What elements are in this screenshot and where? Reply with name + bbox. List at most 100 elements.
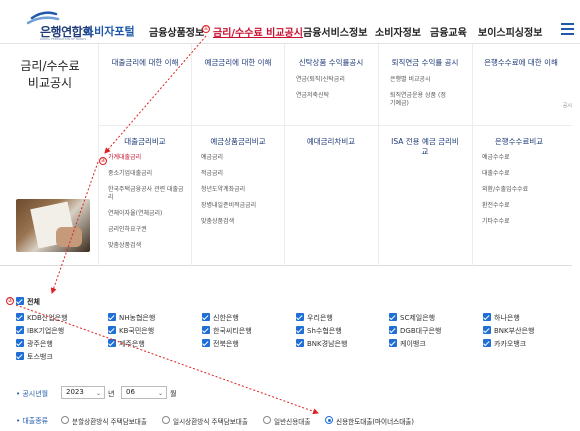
radio-loan-type-label: 신용한도대출(마이너스대출) [336, 418, 414, 426]
bank-checkbox[interactable] [389, 326, 397, 334]
checkbox-all[interactable] [16, 297, 24, 305]
checkbox-all-label: 전체 [27, 298, 40, 306]
bank-label: 우리은행 [307, 314, 333, 322]
bank-checkbox[interactable] [296, 313, 304, 321]
portal-name[interactable]: 소비자포털 [84, 23, 135, 39]
nav-item-services[interactable]: 금융서비스정보 [303, 24, 367, 39]
menu-heading-deposit-rate-guide[interactable]: 예금금리에 대한 이해 [193, 58, 283, 68]
bank-label: BNK부산은행 [494, 327, 535, 335]
bank-checkbox[interactable] [389, 339, 397, 347]
bank-checkbox[interactable] [296, 339, 304, 347]
nav-item-voice-phishing[interactable]: 보이스피싱정보 [478, 24, 542, 39]
menu-item[interactable]: 기타수수료 [482, 218, 568, 226]
menu-item[interactable]: 연금(퇴직)신탁금리 [296, 76, 382, 84]
period-label: • 공시년월 [16, 390, 49, 398]
bank-label: SC제일은행 [400, 314, 436, 322]
radio-loan-type[interactable] [61, 416, 69, 424]
menu-heading-spread-compare[interactable]: 예대금리차비교 [286, 137, 376, 147]
bank-checkbox[interactable] [296, 326, 304, 334]
menu-item[interactable]: 중소기업대출금리 [108, 170, 194, 178]
menu-item[interactable]: 맞춤상품검색 [201, 218, 287, 226]
menu-column: 대출금리에 대한 이해 [100, 58, 190, 68]
bank-checkbox[interactable] [108, 313, 116, 321]
menu-heading-isa-compare[interactable]: ISA 전용 예금 금리비교 [390, 137, 460, 157]
bank-label: 토스뱅크 [27, 353, 53, 361]
bank-checkbox[interactable] [16, 313, 24, 321]
bank-checkbox[interactable] [389, 313, 397, 321]
nav-item-consumer-info[interactable]: 소비자정보 [375, 24, 421, 39]
menu-item[interactable]: 적금금리 [201, 170, 287, 178]
nav-item-products[interactable]: 금융상품정보 [149, 24, 204, 39]
menu-item[interactable]: 대출수수료 [482, 170, 568, 178]
menu-list: 은행별 비교공시 퇴직연금운용 상품 (정기예금) [390, 76, 476, 116]
menu-column: 예금상품금리비교 [193, 137, 283, 147]
bank-checkbox[interactable] [483, 326, 491, 334]
bank-checkbox[interactable] [202, 313, 210, 321]
menu-item[interactable]: 예금수수료 [482, 154, 568, 162]
menu-hamburger-icon[interactable] [561, 23, 574, 35]
site-header: 은행연합회 KOREA FEDERATION OF BANKS 소비자포털 금융… [0, 0, 580, 44]
menu-heading-deposit-rate-compare[interactable]: 예금상품금리비교 [193, 137, 283, 147]
menu-heading-fee-compare[interactable]: 은행수수료비교 [474, 137, 564, 147]
menu-heading-fee-guide[interactable]: 은행수수료에 대한 이해 [476, 58, 566, 68]
bank-checkbox[interactable] [483, 313, 491, 321]
bank-label: 하나은행 [494, 314, 520, 322]
menu-list: 예금금리 적금금리 청년도약계좌금리 장병내일준비적금금리 맞춤상품검색 [201, 154, 287, 234]
menu-item[interactable]: 연체이자율(연체금리) [108, 210, 194, 218]
radio-loan-type-label: 일반신용대출 [274, 418, 311, 426]
annotation-step2-badge: ② [99, 157, 107, 165]
year-unit: 년 [108, 390, 115, 398]
radio-loan-type[interactable] [263, 416, 271, 424]
nav-item-rate-comparison[interactable]: 금리/수수료 비교공시 [213, 24, 303, 39]
year-select-value: 2023 [66, 388, 84, 396]
radio-loan-type-label: 일시상환방식 주택담보대출 [173, 418, 248, 426]
menu-heading-loan-rate-guide[interactable]: 대출금리에 대한 이해 [100, 58, 190, 68]
menu-item[interactable]: 청년도약계좌금리 [201, 186, 287, 194]
side-tab-label[interactable]: 공시 [563, 102, 572, 109]
bank-checkbox[interactable] [202, 339, 210, 347]
menu-column: ISA 전용 예금 금리비교 [380, 137, 470, 157]
bank-checkbox[interactable] [483, 339, 491, 347]
menu-list: 가계대출금리 중소기업대출금리 한국주택금융공사 관련 대출금리 연체이자율(연… [108, 154, 194, 258]
menu-item-household-loan[interactable]: 가계대출금리 [108, 154, 194, 162]
menu-column: 은행수수료에 대한 이해 [476, 58, 566, 68]
loan-type-label: • 대출종류 [16, 417, 49, 425]
month-select[interactable]: 06 ⌄ [121, 386, 167, 399]
menu-list: 예금수수료 대출수수료 외환/수출입수수료 환전수수료 기타수수료 [482, 154, 568, 234]
menu-heading-trust-yield[interactable]: 신탁상품 수익률공시 [286, 58, 376, 68]
menu-heading-pension-yield[interactable]: 퇴직연금 수익률 공시 [380, 58, 470, 68]
menu-item[interactable]: 연금저축신탁 [296, 92, 382, 100]
menu-divider [98, 125, 572, 126]
month-unit: 월 [170, 390, 177, 398]
menu-divider [98, 44, 99, 266]
radio-loan-type-selected[interactable] [325, 416, 333, 424]
mega-menu: 금리/수수료 비교공시 공시 대출금리에 대한 이해 예금금리에 대한 이해 신… [0, 44, 572, 266]
menu-item[interactable]: 한국주택금융공사 관련 대출금리 [108, 186, 186, 202]
menu-item[interactable]: 환전수수료 [482, 202, 568, 210]
menu-item[interactable]: 은행별 비교공시 [390, 76, 476, 84]
bank-checkbox[interactable] [16, 352, 24, 360]
bank-checkbox[interactable] [16, 339, 24, 347]
nav-item-education[interactable]: 금융교육 [430, 24, 467, 39]
annotation-step3-badge: ③ [6, 297, 14, 305]
menu-item[interactable]: 외환/수출입수수료 [482, 186, 568, 194]
menu-item[interactable]: 퇴직연금운용 상품 (정기예금) [390, 92, 450, 108]
menu-item[interactable]: 예금금리 [201, 154, 287, 162]
menu-item[interactable]: 금리인하요구권 [108, 226, 194, 234]
month-select-value: 06 [126, 388, 135, 396]
bank-checkbox[interactable] [16, 326, 24, 334]
bank-checkbox[interactable] [108, 339, 116, 347]
menu-item[interactable]: 맞춤상품검색 [108, 242, 194, 250]
year-select[interactable]: 2023 ⌄ [61, 386, 105, 399]
bank-checkbox[interactable] [202, 326, 210, 334]
mega-menu-photo [16, 199, 90, 252]
radio-loan-type[interactable] [162, 416, 170, 424]
bank-label: 신한은행 [213, 314, 239, 322]
mega-menu-title: 금리/수수료 비교공시 [20, 59, 80, 90]
menu-heading-loan-rate-compare[interactable]: 대출금리비교 [100, 137, 190, 147]
chevron-down-icon: ⌄ [95, 390, 101, 397]
bank-label: KB국민은행 [119, 327, 155, 335]
bank-label: 제주은행 [119, 340, 145, 348]
bank-checkbox[interactable] [108, 326, 116, 334]
menu-item[interactable]: 장병내일준비적금금리 [201, 202, 287, 210]
